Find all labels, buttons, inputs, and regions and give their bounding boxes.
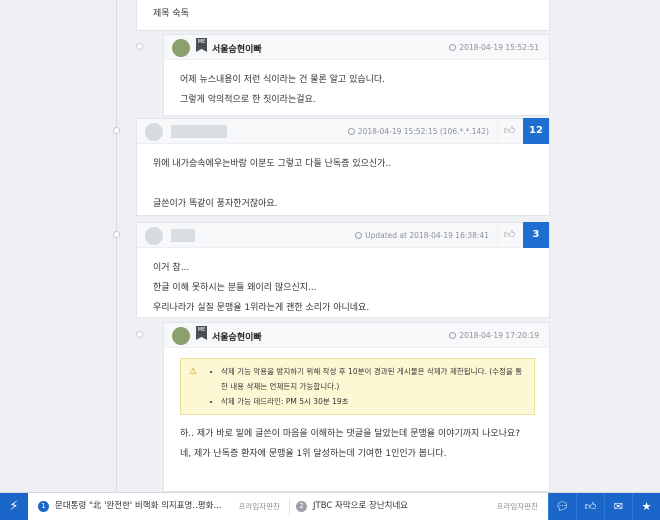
like-count[interactable]: 3 xyxy=(523,222,549,248)
clock-icon xyxy=(355,232,363,239)
comment-body-line: 우리나라가 실질 문맹율 1위라는게 괜한 소리가 아니네요. xyxy=(153,303,370,313)
comment-time: 2018-04-19 15:52:51 xyxy=(449,43,539,52)
me-badge: ME xyxy=(196,38,207,52)
comment-body-line: 위에 내가승속에우는바람 이분도 그렇고 다들 난독증 있으신가.. xyxy=(153,159,392,169)
clock-icon xyxy=(449,332,457,339)
comment-card: 제목 숙독 xyxy=(136,0,550,31)
comment-body-line: 글쓴이가 똑같이 풍자한거잖아요. xyxy=(153,199,278,209)
comment-author[interactable]: 서울승현이빠 xyxy=(212,330,262,343)
me-badge: ME xyxy=(196,326,207,340)
thread-dot xyxy=(136,331,143,338)
avatar[interactable] xyxy=(145,123,163,141)
comment-time: 2018-04-19 15:52:15 (106.*.*.142) xyxy=(347,127,489,136)
comment-author[interactable]: 서울승현이빠 xyxy=(212,42,262,55)
ticker-item[interactable]: 1 문대통령 "北 '완전한' 비핵화 의지표명..평화... 프라임자판찬 xyxy=(38,493,286,520)
comment-body-line: 그렇게 악의적으로 한 짓이라는걸요. xyxy=(180,95,316,105)
thread-line xyxy=(116,0,117,492)
mail-icon[interactable]: ✉︎ xyxy=(604,493,632,520)
thread-dot xyxy=(113,127,120,134)
warning-icon: ⚠ xyxy=(189,367,198,377)
thread-dot xyxy=(136,43,143,50)
divider xyxy=(289,498,290,516)
avatar[interactable] xyxy=(145,227,163,245)
thread-dot xyxy=(113,231,120,238)
delete-limit-notice: ⚠ 삭제 기능 악용을 방지하기 위해 작성 후 10분이 경과된 게시물은 삭… xyxy=(180,358,535,415)
clock-icon xyxy=(347,128,355,135)
bolt-icon[interactable]: ⚡︎ xyxy=(0,493,28,520)
notice-item: 삭제 가능 데드라인: PM 5시 30분 19초 xyxy=(221,394,526,409)
comment-body-line: 어제 뉴스내용이 저런 식이라는 건 물론 알고 있습니다. xyxy=(180,75,386,85)
thumbs-up-icon[interactable]: 👍︎ xyxy=(497,119,521,143)
ticker-title: 문대통령 "北 '완전한' 비핵화 의지표명..평화... xyxy=(55,501,222,511)
comment-header: Updated at 2018-04-19 16:38:41 👍︎ 3 xyxy=(137,222,549,248)
comment-body-line: 이거 참... xyxy=(153,263,190,273)
bottom-ticker-bar: ⚡︎ 1 문대통령 "北 '완전한' 비핵화 의지표명..평화... 프라임자판찬… xyxy=(0,492,660,520)
comment-card: 2018-04-19 15:52:15 (106.*.*.142) 👍︎ 12 … xyxy=(136,118,550,216)
star-icon[interactable]: ★ xyxy=(632,493,660,520)
notice-item: 삭제 기능 악용을 방지하기 위해 작성 후 10분이 경과된 게시물은 삭제가… xyxy=(221,364,526,394)
chat-icon[interactable]: 💬︎ xyxy=(548,493,576,520)
avatar[interactable] xyxy=(172,39,190,57)
ticker-source: 프라임자판찬 xyxy=(496,502,538,511)
ticker-title: JTBC 자막으로 장난치네요 xyxy=(313,501,409,511)
like-count[interactable]: 12 xyxy=(523,118,549,144)
comment-header: ME 서울승현이빠 2018-04-19 17:20:19 xyxy=(164,323,549,348)
comment-body-line: 한글 이해 못하시는 분들 왜이리 많으신지... xyxy=(153,283,317,293)
comment-header: 2018-04-19 15:52:15 (106.*.*.142) 👍︎ 12 xyxy=(137,118,549,144)
ticker-source: 프라임자판찬 xyxy=(238,502,280,511)
comment-header: ME 서울승현이빠 2018-04-19 15:52:51 xyxy=(164,35,549,60)
comment-body-line: 네, 제가 난독증 환자에 문맹율 1위 달성하는데 기여한 1인인가 봅니다. xyxy=(180,449,447,459)
comment-body-line: 하.. 제가 바로 밑에 글쓴이 마음을 이해하는 댓글을 달았는데 문맹율 이… xyxy=(180,429,521,439)
comment-time: 2018-04-19 17:20:19 xyxy=(449,331,539,340)
clock-icon xyxy=(449,44,457,51)
thumbs-up-icon[interactable]: 👍︎ xyxy=(576,493,604,520)
ticker-item[interactable]: 2 JTBC 자막으로 장난치네요 프라임자판찬 xyxy=(296,493,544,520)
avatar[interactable] xyxy=(172,327,190,345)
comment-time: Updated at 2018-04-19 16:38:41 xyxy=(355,231,489,240)
comment-card: ME 서울승현이빠 2018-04-19 15:52:51 어제 뉴스내용이 저… xyxy=(163,34,550,116)
thumbs-up-icon[interactable]: 👍︎ xyxy=(497,223,521,247)
action-buttons: 💬︎ 👍︎ ✉︎ ★ xyxy=(548,493,660,520)
comment-body-line xyxy=(153,174,535,194)
blurred-author-name xyxy=(171,229,195,242)
comment-card: ME 서울승현이빠 2018-04-19 17:20:19 ⚠ 삭제 기능 악용… xyxy=(163,322,550,492)
blurred-author-name xyxy=(171,125,227,138)
ticker-rank: 2 xyxy=(296,501,307,512)
ticker-rank: 1 xyxy=(38,501,49,512)
comment-card: Updated at 2018-04-19 16:38:41 👍︎ 3 이거 참… xyxy=(136,222,550,318)
comment-body-line: 제목 숙독 xyxy=(153,9,189,19)
